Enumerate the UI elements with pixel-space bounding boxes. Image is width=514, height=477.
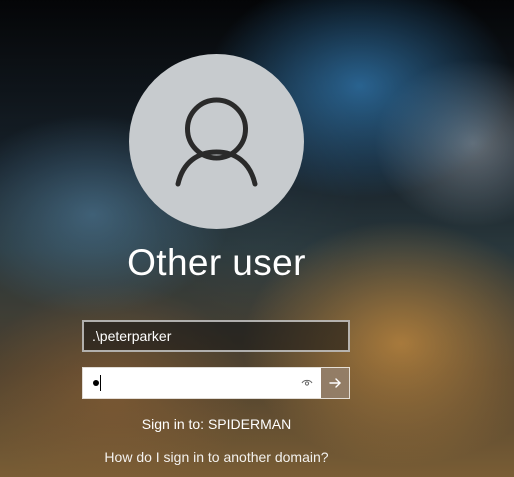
user-avatar (129, 54, 304, 229)
username-input[interactable]: .\peterparker (82, 320, 350, 352)
submit-button[interactable] (321, 368, 349, 398)
username-value: .\peterparker (92, 328, 172, 344)
eye-icon[interactable] (301, 379, 313, 388)
password-mask-dot (93, 380, 99, 386)
user-silhouette-icon (175, 97, 258, 187)
user-display-name: Other user (127, 242, 306, 283)
password-field[interactable] (82, 367, 350, 399)
text-cursor (100, 375, 101, 391)
password-input[interactable] (83, 368, 321, 398)
domain-help-link[interactable]: How do I sign in to another domain? (0, 449, 433, 465)
sign-in-target: Sign in to: SPIDERMAN (141, 416, 292, 432)
arrow-right-icon (329, 378, 341, 388)
